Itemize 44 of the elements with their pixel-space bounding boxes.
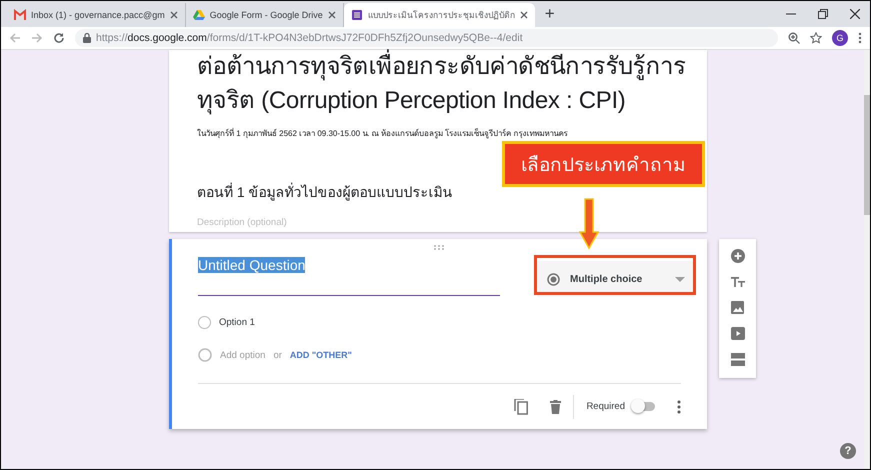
lock-icon	[83, 33, 91, 43]
circle-icon	[198, 348, 212, 362]
or-label: or	[273, 350, 282, 360]
text-icon[interactable]	[730, 276, 744, 288]
drag-handle-icon[interactable]	[434, 245, 444, 250]
option-label[interactable]: Option 1	[219, 317, 255, 328]
form-icon	[350, 9, 363, 21]
form-description: ในวันศุกร์ที่ 1 กุมภาพันธ์ 2562 เวลา 09.30-15.00 น. ณ ห้องแกรนด์บอลรูม โรงแรมเซ็นจูรีปาร์ค กรุงเทพมหานคร	[197, 127, 568, 140]
zoom-icon[interactable]	[788, 32, 800, 44]
question-type-dropdown[interactable]: Multiple choice	[537, 261, 695, 297]
close-icon[interactable]	[328, 11, 336, 19]
down-arrow	[579, 198, 599, 250]
section-title: ตอนที่ 1 ข้อมูลทั่วไปของผู้ตอบแบบประเมิน	[197, 182, 454, 203]
help-button[interactable]: ?	[840, 443, 856, 459]
duplicate-icon[interactable]	[514, 398, 528, 414]
more-icon[interactable]	[858, 32, 862, 44]
trash-icon[interactable]	[550, 400, 562, 414]
radio-icon	[547, 272, 560, 286]
callout-label: เลือกประเภทคำถาม	[502, 141, 705, 187]
new-tab-button[interactable]: +	[544, 4, 555, 24]
scrollbar[interactable]	[864, 50, 870, 469]
more-icon[interactable]	[677, 400, 681, 414]
address-bar[interactable]: https://docs.google.com/forms/d/1T-kPO4N3ebDrtwsJ72F0DFh5Zfj2Ounsedwy5QBe--4/edit	[75, 29, 778, 47]
required-toggle[interactable]	[633, 402, 655, 411]
close-icon[interactable]	[520, 11, 528, 19]
reload-icon[interactable]	[53, 32, 65, 44]
add-other-link[interactable]: ADD "OTHER"	[290, 350, 352, 360]
url-text: https://docs.google.com/forms/d/1T-kPO4N3ebDrtwsJ72F0DFh5Zfj2Ounsedwy5QBe--4/edit	[96, 32, 523, 44]
video-icon[interactable]	[730, 327, 744, 340]
radio-button[interactable]	[198, 316, 211, 329]
restore-icon[interactable]	[818, 9, 828, 19]
image-icon[interactable]	[731, 301, 744, 314]
section-icon[interactable]	[730, 353, 744, 366]
form-title: ต่อต้านการทุจริตเพื่อยกระดับค่าดัชนีการรับรู้การทุจริต (Corruption Perception Index : CPI)	[197, 50, 687, 118]
close-icon[interactable]	[850, 9, 860, 19]
profile-avatar[interactable]: G	[832, 30, 848, 46]
mail-icon	[14, 9, 26, 21]
add-icon[interactable]	[730, 249, 744, 263]
close-icon[interactable]	[170, 11, 178, 19]
dropdown-caret-icon	[675, 276, 685, 282]
drive-icon	[192, 9, 205, 21]
star-icon[interactable]	[810, 32, 822, 44]
required-label: Required	[586, 401, 625, 412]
browser-tab[interactable]: แบบประเมินโครงการประชุมเชิงปฏิบัติก	[344, 3, 535, 27]
